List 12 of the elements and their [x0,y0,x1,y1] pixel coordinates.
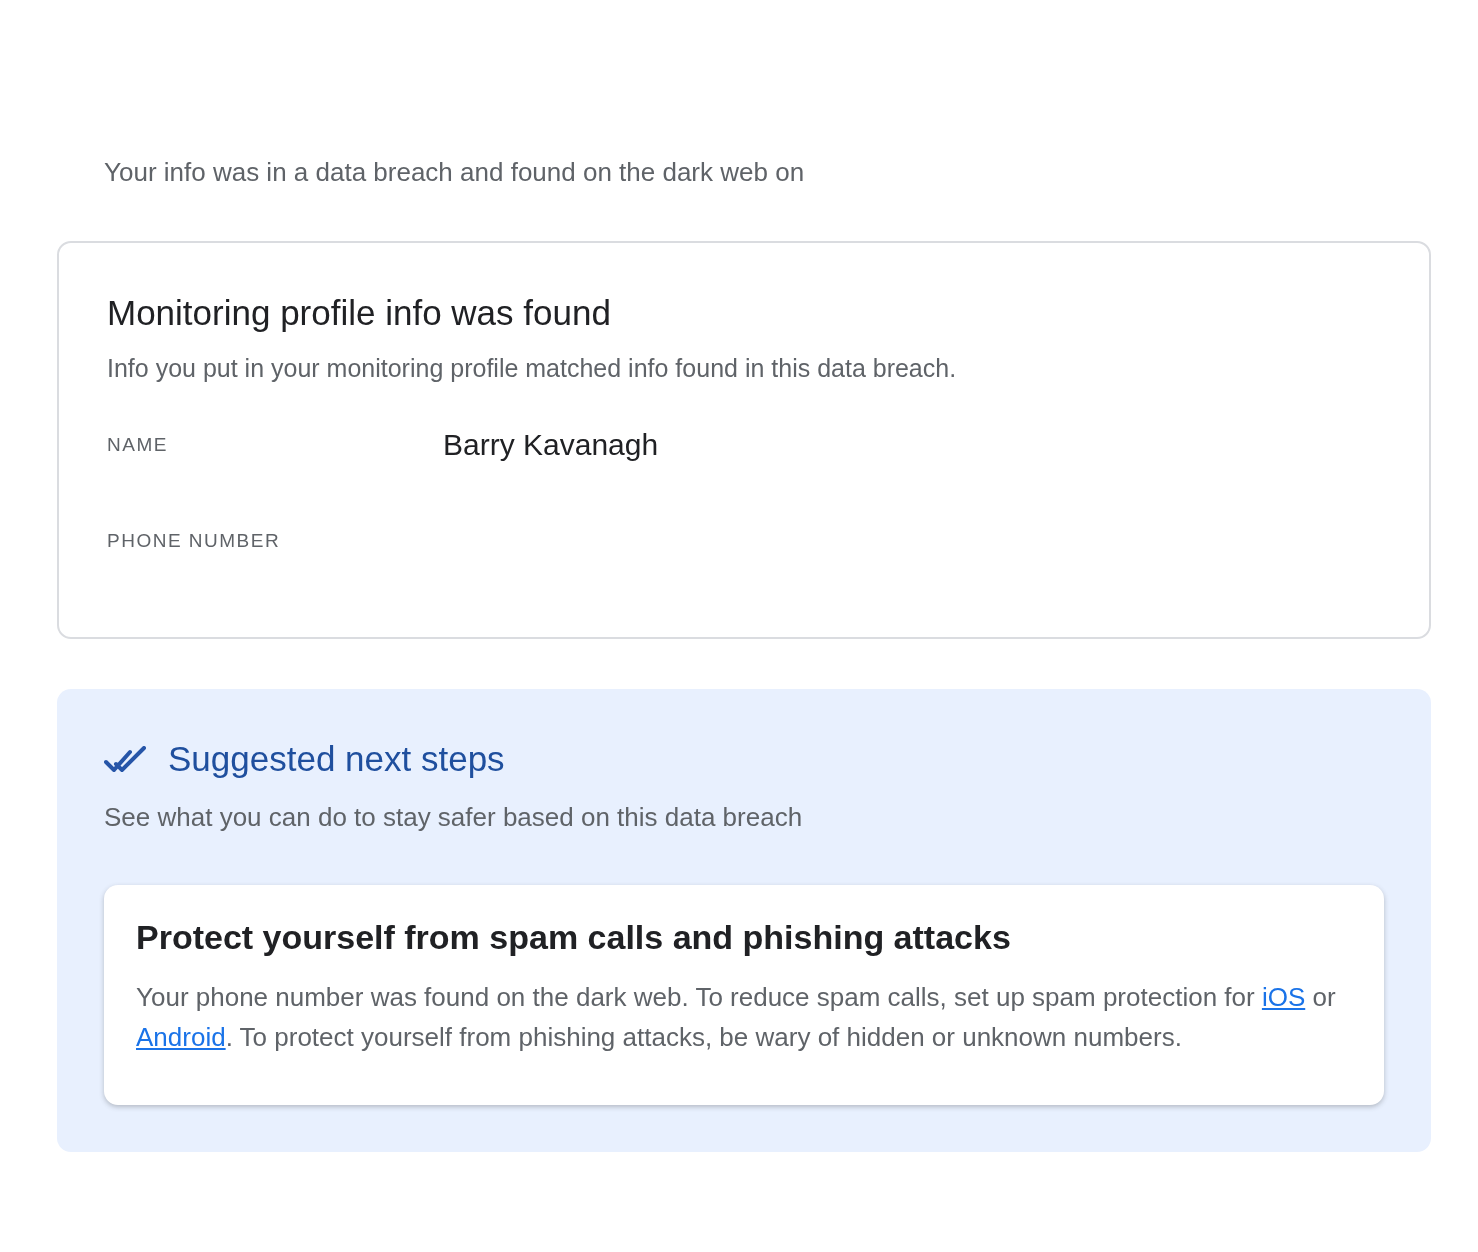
field-label: PHONE NUMBER [107,530,282,552]
section-description: See what you can do to stay safer based on this data breach [104,801,804,834]
card-title: Monitoring profile info was found [107,292,612,334]
text-link[interactable]: iOS [1261,982,1306,1012]
intro-text: Your info was in a data breach and found on the dark web on [104,156,806,189]
card-description: Info you put in your monitoring profile matched info found in this data breach. [107,353,958,384]
tip-title: Protect yourself from spam calls and phishing attacks [136,917,1012,958]
field-label: NAME [107,434,169,456]
field-value: Barry Kavanagh [443,428,659,462]
section-title: Suggested next steps [168,738,505,780]
text-link[interactable]: Android [136,1022,226,1052]
tip-text: Your phone number was found on the dark web. To reduce spam calls, set up spam protection for iOS or Android. To protect yourself from phishing attacks, be wary of hidden or unknown numbers. [136,981,1337,1054]
